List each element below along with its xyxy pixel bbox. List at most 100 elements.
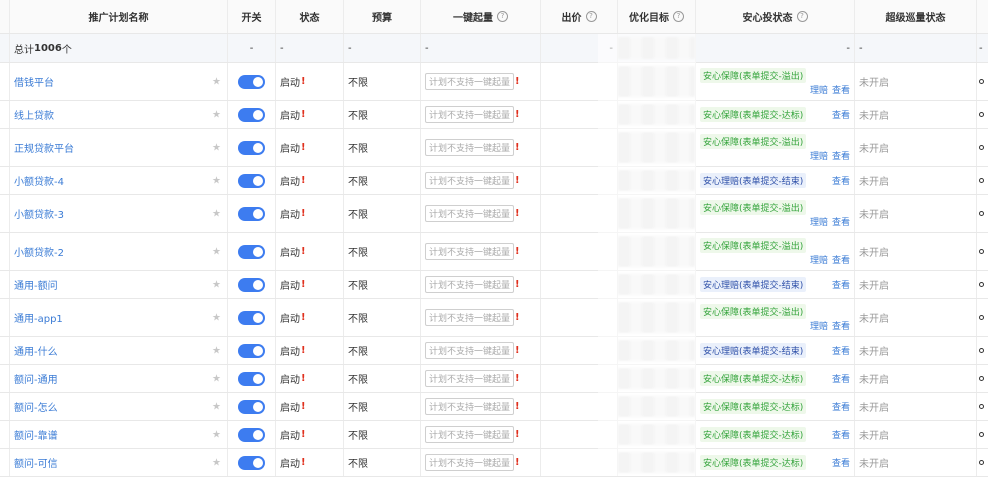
oneclick-input[interactable]: 计划不支持一键起量: [425, 139, 515, 156]
campaign-toggle[interactable]: [238, 173, 265, 188]
campaign-name-link[interactable]: 通用-什么: [14, 343, 58, 358]
campaign-name-link[interactable]: 额问-可信: [14, 455, 58, 470]
claim-link[interactable]: 理赔: [810, 256, 828, 266]
star-icon[interactable]: ★: [212, 109, 221, 120]
oneclick-input[interactable]: 计划不支持一键起量: [425, 205, 515, 222]
campaign-toggle[interactable]: [238, 140, 265, 155]
claim-link[interactable]: 理赔: [810, 152, 828, 162]
oneclick-input[interactable]: 计划不支持一键起量: [425, 370, 515, 387]
radio-icon[interactable]: [979, 79, 984, 84]
star-icon[interactable]: ★: [212, 401, 221, 412]
campaign-toggle[interactable]: [238, 343, 265, 358]
campaign-name-link[interactable]: 通用-app1: [14, 310, 63, 325]
radio-icon[interactable]: [979, 432, 984, 437]
claim-link[interactable]: 理赔: [810, 218, 828, 228]
row-select[interactable]: [0, 63, 10, 100]
row-select[interactable]: [0, 393, 10, 420]
view-link[interactable]: 查看: [832, 400, 850, 413]
view-link[interactable]: 查看: [832, 152, 850, 162]
row-select[interactable]: [0, 167, 10, 194]
view-link[interactable]: 查看: [832, 344, 850, 357]
campaign-toggle[interactable]: [238, 455, 265, 470]
star-icon[interactable]: ★: [212, 208, 221, 219]
help-icon[interactable]: ?: [796, 11, 808, 22]
star-icon[interactable]: ★: [212, 312, 221, 323]
campaign-name-link[interactable]: 正规贷款平台: [14, 140, 74, 155]
radio-icon[interactable]: [979, 178, 984, 183]
star-icon[interactable]: ★: [212, 345, 221, 356]
oneclick-input[interactable]: 计划不支持一键起量: [425, 426, 515, 443]
oneclick-input[interactable]: 计划不支持一键起量: [425, 276, 515, 293]
campaign-name-link[interactable]: 额问-通用: [14, 371, 58, 386]
row-select[interactable]: [0, 299, 10, 336]
row-select[interactable]: [0, 365, 10, 392]
view-link[interactable]: 查看: [832, 108, 850, 121]
radio-icon[interactable]: [979, 376, 984, 381]
view-link[interactable]: 查看: [832, 174, 850, 187]
star-icon[interactable]: ★: [212, 429, 221, 440]
campaign-name-link[interactable]: 额问-怎么: [14, 399, 58, 414]
star-icon[interactable]: ★: [212, 246, 221, 257]
campaign-toggle[interactable]: [238, 399, 265, 414]
row-select[interactable]: [0, 101, 10, 128]
view-link[interactable]: 查看: [832, 456, 850, 469]
row-select[interactable]: [0, 271, 10, 298]
oneclick-input[interactable]: 计划不支持一键起量: [425, 106, 515, 123]
view-link[interactable]: 查看: [832, 256, 850, 266]
oneclick-input[interactable]: 计划不支持一键起量: [425, 172, 515, 189]
row-select[interactable]: [0, 337, 10, 364]
row-select[interactable]: [0, 195, 10, 232]
budget-cell[interactable]: 不限: [344, 299, 421, 336]
campaign-name-link[interactable]: 线上贷款: [14, 107, 54, 122]
budget-cell[interactable]: 不限: [344, 421, 421, 448]
oneclick-input[interactable]: 计划不支持一键起量: [425, 398, 515, 415]
radio-icon[interactable]: [979, 315, 984, 320]
campaign-name-link[interactable]: 小额贷款-2: [14, 244, 64, 259]
radio-icon[interactable]: [979, 282, 984, 287]
campaign-name-link[interactable]: 小额贷款-3: [14, 206, 64, 221]
help-icon[interactable]: ?: [585, 11, 597, 22]
budget-cell[interactable]: 不限: [344, 393, 421, 420]
campaign-toggle[interactable]: [238, 74, 265, 89]
claim-link[interactable]: 理赔: [810, 322, 828, 332]
oneclick-input[interactable]: 计划不支持一键起量: [425, 243, 515, 260]
oneclick-input[interactable]: 计划不支持一键起量: [425, 342, 515, 359]
star-icon[interactable]: ★: [212, 373, 221, 384]
radio-icon[interactable]: [979, 348, 984, 353]
view-link[interactable]: 查看: [832, 372, 850, 385]
view-link[interactable]: 查看: [832, 322, 850, 332]
budget-cell[interactable]: 不限: [344, 337, 421, 364]
view-link[interactable]: 查看: [832, 86, 850, 96]
radio-icon[interactable]: [979, 460, 984, 465]
campaign-toggle[interactable]: [238, 371, 265, 386]
star-icon[interactable]: ★: [212, 279, 221, 290]
campaign-toggle[interactable]: [238, 244, 265, 259]
claim-link[interactable]: 理赔: [810, 86, 828, 96]
radio-icon[interactable]: [979, 112, 984, 117]
oneclick-input[interactable]: 计划不支持一键起量: [425, 454, 515, 471]
row-select[interactable]: [0, 129, 10, 166]
budget-cell[interactable]: 不限: [344, 233, 421, 270]
star-icon[interactable]: ★: [212, 142, 221, 153]
campaign-name-link[interactable]: 小额贷款-4: [14, 173, 64, 188]
header-budget[interactable]: 预算: [344, 0, 421, 33]
budget-cell[interactable]: 不限: [344, 271, 421, 298]
view-link[interactable]: 查看: [832, 218, 850, 228]
campaign-name-link[interactable]: 额问-靠谱: [14, 427, 58, 442]
oneclick-input[interactable]: 计划不支持一键起量: [425, 309, 515, 326]
help-icon[interactable]: ?: [673, 11, 684, 22]
star-icon[interactable]: ★: [212, 76, 221, 87]
campaign-toggle[interactable]: [238, 427, 265, 442]
radio-icon[interactable]: [979, 211, 984, 216]
budget-cell[interactable]: 不限: [344, 101, 421, 128]
campaign-name-link[interactable]: 借钱平台: [14, 74, 54, 89]
budget-cell[interactable]: 不限: [344, 195, 421, 232]
campaign-toggle[interactable]: [238, 206, 265, 221]
campaign-toggle[interactable]: [238, 310, 265, 325]
radio-icon[interactable]: [979, 249, 984, 254]
header-name[interactable]: 推广计划名称: [10, 0, 228, 33]
view-link[interactable]: 查看: [832, 278, 850, 291]
campaign-toggle[interactable]: [238, 277, 265, 292]
oneclick-input[interactable]: 计划不支持一键起量: [425, 73, 515, 90]
view-link[interactable]: 查看: [832, 428, 850, 441]
